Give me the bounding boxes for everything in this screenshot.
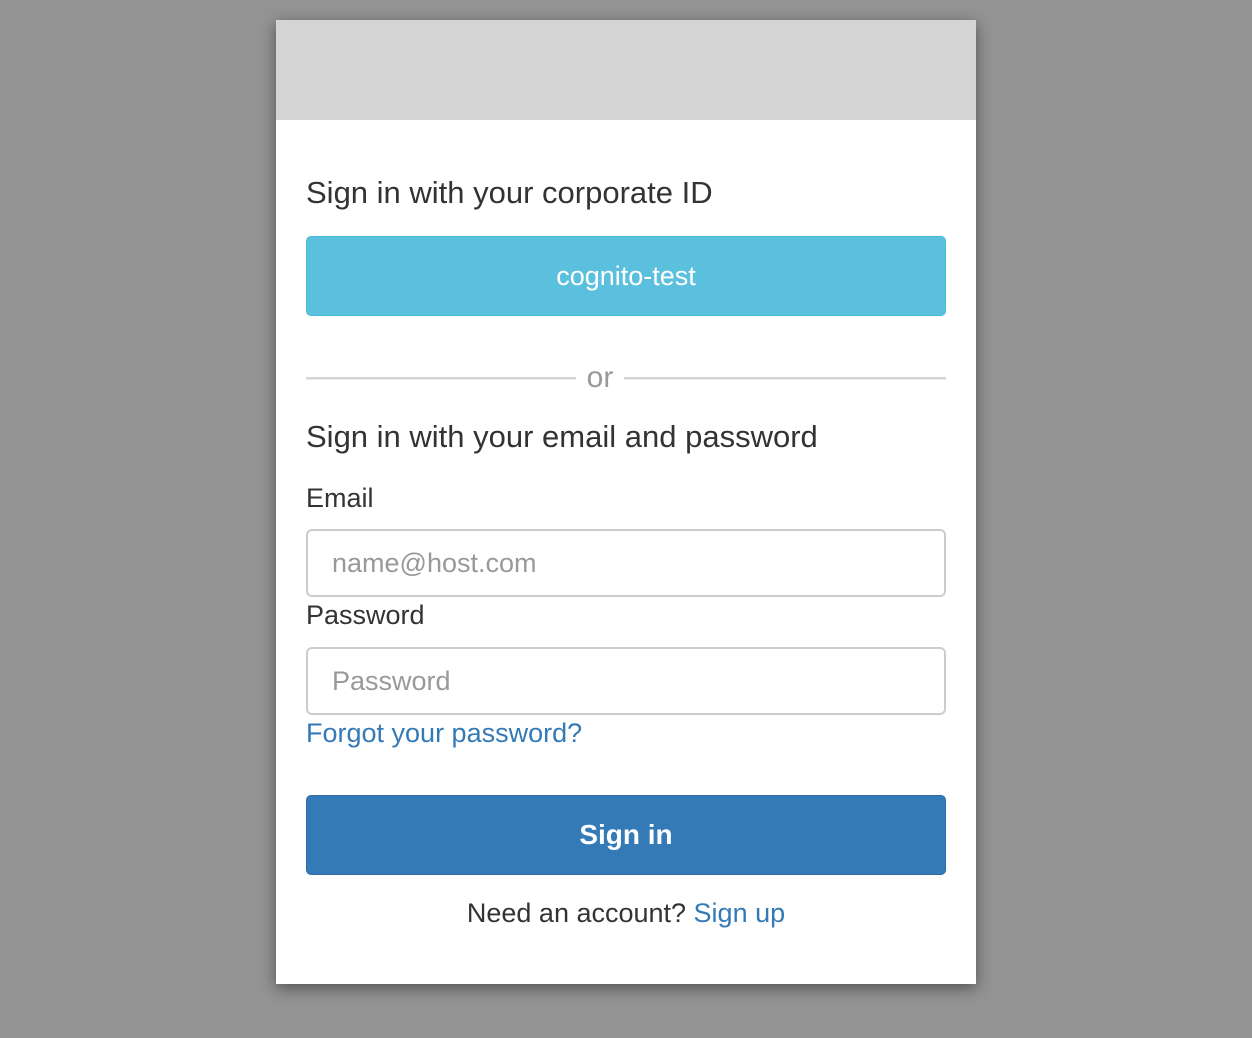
email-signin-heading: Sign in with your email and password <box>306 419 818 454</box>
divider-or-text: or <box>586 361 614 394</box>
logo-banner <box>276 20 976 120</box>
sign-in-button[interactable]: Sign in <box>306 795 946 875</box>
login-modal: Sign in with your corporate ID cognito-t… <box>276 20 976 984</box>
email-field[interactable] <box>306 529 946 597</box>
password-field[interactable] <box>306 647 946 715</box>
divider-right-line <box>624 377 946 380</box>
email-label: Email <box>306 483 374 513</box>
corporate-signin-heading: Sign in with your corporate ID <box>306 175 713 210</box>
forgot-password-link[interactable]: Forgot your password? <box>306 720 582 747</box>
divider-left-line <box>306 377 576 380</box>
signup-prompt: Need an account? Sign up <box>276 900 976 927</box>
sign-up-link[interactable]: Sign up <box>694 898 786 928</box>
need-account-text: Need an account? <box>466 898 694 928</box>
corporate-idp-button[interactable]: cognito-test <box>306 236 946 316</box>
password-label: Password <box>306 600 425 630</box>
